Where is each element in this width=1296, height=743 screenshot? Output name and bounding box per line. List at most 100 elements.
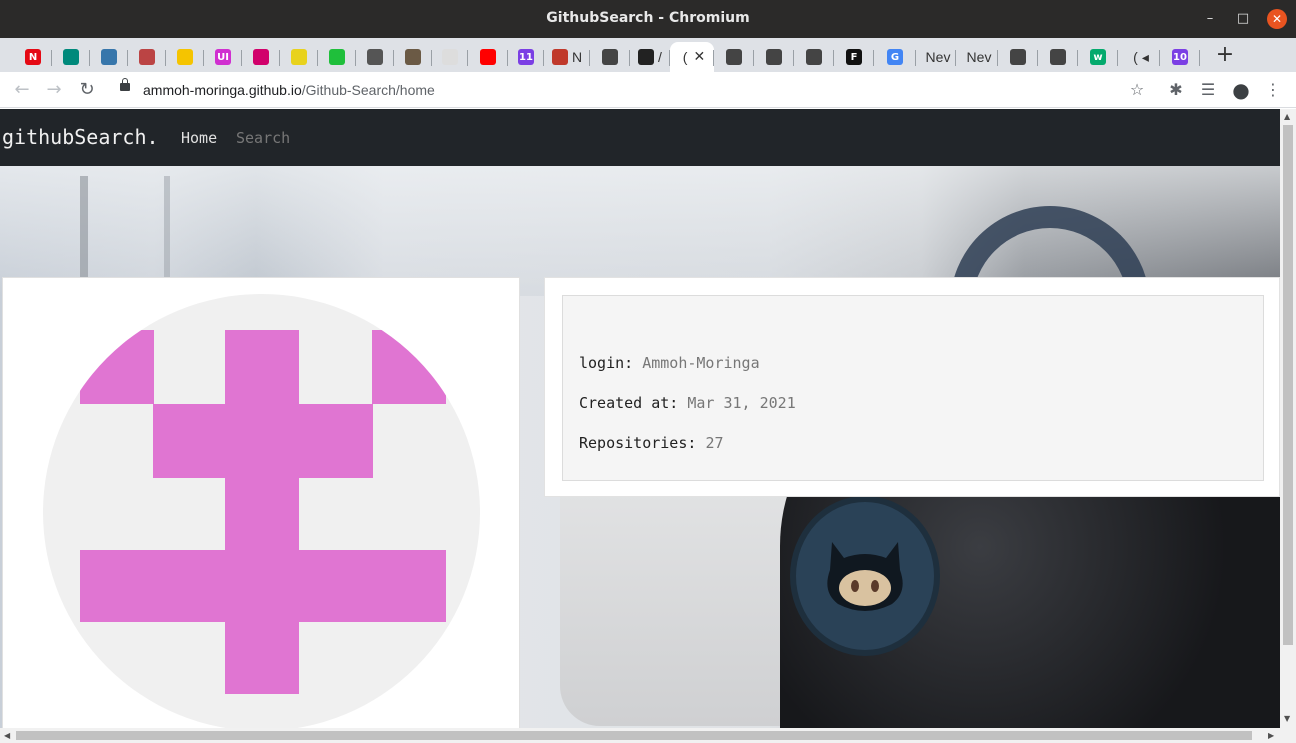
created-value: Mar 31, 2021 bbox=[687, 394, 796, 412]
browser-toolbar: ← → ↻ ammoh-moringa.github.io/Github-Sea… bbox=[0, 72, 1296, 108]
created-row: Created at: Mar 31, 2021 bbox=[579, 394, 796, 412]
tab-23[interactable]: Nev bbox=[916, 42, 956, 72]
tab-9[interactable] bbox=[356, 42, 394, 72]
globe-icon bbox=[766, 49, 782, 65]
nav-home-link[interactable]: Home bbox=[181, 129, 217, 147]
login-label: login: bbox=[579, 354, 634, 372]
globe-icon bbox=[1050, 49, 1066, 65]
vertical-scrollbar[interactable]: ▲ ▼ bbox=[1280, 109, 1296, 728]
tab-6[interactable] bbox=[242, 42, 280, 72]
repos-value: 27 bbox=[705, 434, 724, 452]
green-app-icon bbox=[329, 49, 345, 65]
scroll-left-icon[interactable]: ◀ bbox=[4, 731, 10, 740]
lock-icon[interactable] bbox=[120, 78, 130, 91]
hero-headphone-ear bbox=[790, 496, 940, 656]
close-window-icon[interactable]: ✕ bbox=[1267, 9, 1287, 29]
profile-info-panel: login: Ammoh-Moringa Created at: Mar 31,… bbox=[562, 295, 1264, 481]
yellow-app-icon bbox=[291, 49, 307, 65]
tab-28[interactable]: (◂ bbox=[1118, 42, 1160, 72]
tab-24[interactable]: Nev bbox=[956, 42, 998, 72]
tab-title: Nev bbox=[925, 49, 951, 65]
reload-icon[interactable]: ↻ bbox=[75, 78, 99, 102]
bookmark-star-icon[interactable]: ☆ bbox=[1125, 78, 1149, 102]
site-navbar: githubSearch. Home Search bbox=[0, 109, 1280, 166]
tab-title: Nev bbox=[966, 49, 992, 65]
url-text[interactable]: ammoh-moringa.github.io/Github-Search/ho… bbox=[143, 82, 435, 98]
tab-26[interactable] bbox=[1038, 42, 1078, 72]
maximize-icon[interactable]: □ bbox=[1233, 9, 1253, 29]
created-label: Created at: bbox=[579, 394, 679, 412]
extensions-icon[interactable]: ✱ bbox=[1164, 78, 1188, 102]
github-icon bbox=[638, 49, 655, 65]
tab-29[interactable]: 10 bbox=[1160, 42, 1200, 72]
w3-icon: w bbox=[1090, 49, 1106, 65]
minimize-icon[interactable]: – bbox=[1200, 9, 1220, 29]
forward-icon[interactable]: → bbox=[42, 78, 66, 102]
window-title: GithubSearch - Chromium bbox=[546, 10, 750, 26]
tab-4[interactable] bbox=[166, 42, 204, 72]
tab-13[interactable]: 11 bbox=[508, 42, 544, 72]
tab-12[interactable] bbox=[468, 42, 508, 72]
python-icon bbox=[101, 49, 117, 65]
identicon-block bbox=[80, 550, 446, 622]
meet-icon bbox=[63, 49, 79, 65]
tab-1[interactable] bbox=[52, 42, 90, 72]
speaker-icon: ◂ bbox=[1141, 48, 1149, 65]
slash-icon bbox=[177, 49, 193, 65]
tab-7[interactable] bbox=[280, 42, 318, 72]
vertical-scroll-thumb[interactable] bbox=[1283, 125, 1293, 645]
globe-icon bbox=[1010, 49, 1026, 65]
tab-17[interactable]: (✕ bbox=[670, 42, 714, 72]
url-host: ammoh-moringa.github.io bbox=[143, 82, 302, 98]
box-icon bbox=[442, 49, 458, 65]
tab-11[interactable] bbox=[432, 42, 468, 72]
new-tab-button[interactable]: + bbox=[1214, 42, 1236, 68]
tab-5[interactable]: UI bbox=[204, 42, 242, 72]
tab-15[interactable] bbox=[590, 42, 630, 72]
scroll-right-icon[interactable]: ▶ bbox=[1268, 731, 1274, 740]
back-icon[interactable]: ← bbox=[10, 78, 34, 102]
ui-icon: UI bbox=[215, 49, 231, 65]
tab-20[interactable] bbox=[794, 42, 834, 72]
identicon-block bbox=[80, 330, 154, 404]
calendar10-icon: 10 bbox=[1172, 49, 1188, 65]
horizontal-scroll-thumb[interactable] bbox=[16, 731, 1252, 740]
profile-icon[interactable]: ● bbox=[1229, 78, 1253, 102]
record-icon bbox=[551, 49, 568, 65]
tab-14[interactable]: N bbox=[544, 42, 590, 72]
tab-21[interactable]: F bbox=[834, 42, 874, 72]
scroll-up-icon[interactable]: ▲ bbox=[1284, 112, 1290, 121]
horizontal-scrollbar[interactable]: ◀ ▶ bbox=[0, 728, 1296, 743]
login-value: Ammoh-Moringa bbox=[642, 354, 760, 372]
globe-icon bbox=[806, 49, 822, 65]
close-tab-icon[interactable]: ✕ bbox=[693, 49, 705, 65]
dribbble-icon bbox=[253, 49, 269, 65]
tab-0[interactable]: N bbox=[14, 42, 52, 72]
tab-8[interactable] bbox=[318, 42, 356, 72]
nav-search-link[interactable]: Search bbox=[236, 129, 290, 147]
tab-16[interactable]: / bbox=[630, 42, 670, 72]
avatar-identicon bbox=[43, 294, 480, 728]
profile-info-card: login: Ammoh-Moringa Created at: Mar 31,… bbox=[544, 277, 1280, 497]
identicon-block bbox=[225, 622, 299, 694]
tab-25[interactable] bbox=[998, 42, 1038, 72]
tab-10[interactable] bbox=[394, 42, 432, 72]
tab-22[interactable]: G bbox=[874, 42, 916, 72]
tab-27[interactable]: w bbox=[1078, 42, 1118, 72]
tab-18[interactable] bbox=[714, 42, 754, 72]
address-bar[interactable]: ammoh-moringa.github.io/Github-Search/ho… bbox=[108, 75, 1156, 105]
tab-title: ( bbox=[1133, 49, 1138, 65]
globe-icon bbox=[602, 49, 618, 65]
menu-icon[interactable]: ⋮ bbox=[1261, 78, 1285, 102]
tab-2[interactable] bbox=[90, 42, 128, 72]
calendar-icon: 11 bbox=[518, 49, 534, 65]
openai-icon bbox=[139, 49, 155, 65]
tab-title: N bbox=[571, 49, 583, 65]
tab-3[interactable] bbox=[128, 42, 166, 72]
tab-19[interactable] bbox=[754, 42, 794, 72]
repos-row: Repositories: 27 bbox=[579, 434, 724, 452]
tab-title: / bbox=[658, 49, 662, 65]
scroll-down-icon[interactable]: ▼ bbox=[1284, 714, 1290, 723]
brand-logo[interactable]: githubSearch. bbox=[2, 125, 159, 149]
media-control-icon[interactable]: ☰ bbox=[1196, 78, 1220, 102]
